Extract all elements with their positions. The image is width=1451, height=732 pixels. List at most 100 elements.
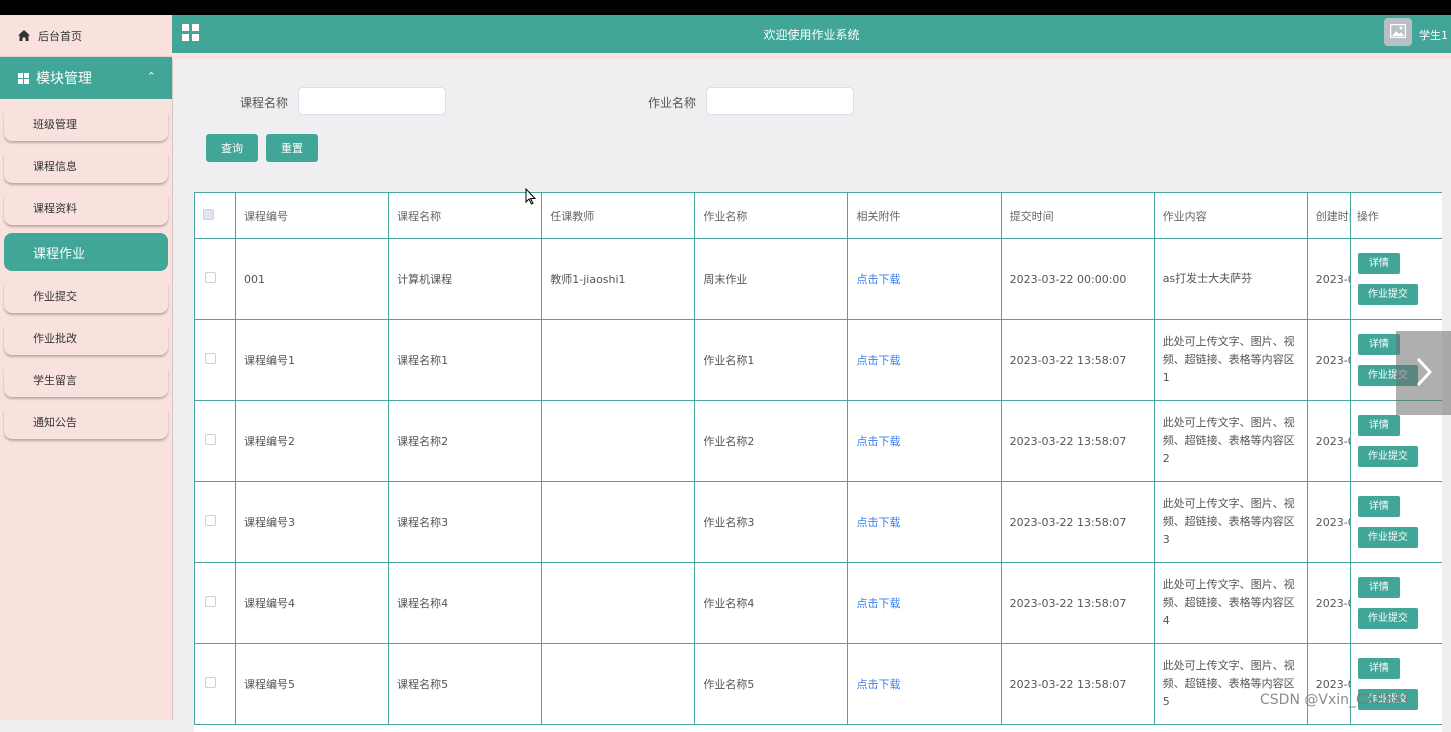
download-link[interactable]: 点击下载 <box>856 516 900 529</box>
sidebar-item-label: 课程资料 <box>33 202 77 215</box>
submit-homework-button[interactable]: 作业提交 <box>1357 284 1418 305</box>
select-all-checkbox[interactable] <box>203 208 214 220</box>
cell-submit-time: 2023-03-22 13:58:07 <box>1000 481 1155 563</box>
sidebar-item-notice[interactable]: 通知公告 <box>4 405 168 439</box>
sidebar-item-homework-grading[interactable]: 作业批改 <box>4 321 168 355</box>
sidebar-item-label: 作业批改 <box>33 332 77 345</box>
home-icon <box>18 30 30 41</box>
download-link[interactable]: 点击下载 <box>856 273 900 286</box>
chevron-up-icon: ⌃ <box>146 70 156 83</box>
row-checkbox[interactable] <box>205 353 216 364</box>
homework-name-input[interactable] <box>706 87 854 115</box>
download-link[interactable]: 点击下载 <box>856 597 900 610</box>
sidebar-item-student-message[interactable]: 学生留言 <box>4 363 168 397</box>
cell-content: 此处可上传文字、图片、视频、超链接、表格等内容区2 <box>1153 400 1308 482</box>
row-checkbox[interactable] <box>205 515 216 526</box>
reset-button[interactable]: 重置 <box>266 134 318 162</box>
select-all-cell[interactable] <box>194 192 237 239</box>
sidebar-module-label: 模块管理 <box>36 71 92 87</box>
detail-button[interactable]: 详情 <box>1357 253 1400 274</box>
sidebar-item-course-info[interactable]: 课程信息 <box>4 149 168 183</box>
next-page-arrow[interactable] <box>1396 331 1451 415</box>
table-row: 课程编号1 课程名称1 作业名称1 点击下载 2023-03-22 13:58:… <box>194 319 1442 401</box>
sidebar-item-course-material[interactable]: 课程资料 <box>4 191 168 225</box>
detail-button[interactable]: 详情 <box>1357 577 1400 598</box>
download-link[interactable]: 点击下载 <box>856 354 900 367</box>
cell-course-name: 课程名称1 <box>388 319 543 401</box>
course-name-input[interactable] <box>298 87 446 115</box>
cell-course-name: 课程名称2 <box>388 400 543 482</box>
cell-homework-name: 作业名称1 <box>694 319 849 401</box>
sidebar-home[interactable]: 后台首页 <box>0 15 172 57</box>
table-row: 课程编号2 课程名称2 作业名称2 点击下载 2023-03-22 13:58:… <box>194 400 1442 482</box>
row-checkbox[interactable] <box>205 677 216 688</box>
sidebar-item-label: 班级管理 <box>33 118 77 131</box>
cell-submit-time: 2023-03-22 13:58:07 <box>1000 400 1155 482</box>
cell-homework-name: 作业名称5 <box>694 643 849 725</box>
table-row: 课程编号4 课程名称4 作业名称4 点击下载 2023-03-22 13:58:… <box>194 562 1442 644</box>
homework-table: 课程编号 课程名称 任课教师 作业名称 相关附件 提交时间 作业内容 创建时间 … <box>194 192 1442 732</box>
sidebar-item-class[interactable]: 班级管理 <box>4 107 168 141</box>
cell-homework-name: 作业名称3 <box>694 481 849 563</box>
mouse-cursor-icon <box>525 187 537 208</box>
row-checkbox[interactable] <box>205 596 216 607</box>
submit-homework-button[interactable]: 作业提交 <box>1357 446 1418 467</box>
detail-button[interactable]: 详情 <box>1357 496 1400 517</box>
sidebar-item-homework-submit[interactable]: 作业提交 <box>4 279 168 313</box>
cell-content: 此处可上传文字、图片、视频、超链接、表格等内容区5 <box>1153 643 1308 725</box>
user-name[interactable]: 学生1 <box>1419 27 1448 43</box>
sidebar: 后台首页 模块管理 ⌃ 班级管理 课程信息 课程资料 课程作业 作业提交 作业批… <box>0 15 173 720</box>
cell-created-time: 2023-0 <box>1306 562 1351 644</box>
row-checkbox[interactable] <box>205 272 216 283</box>
detail-button[interactable]: 详情 <box>1357 658 1400 679</box>
cell-submit-time: 2023-03-22 13:58:07 <box>1000 643 1155 725</box>
column-header: 作业名称 <box>694 192 849 239</box>
sidebar-item-label: 学生留言 <box>33 374 77 387</box>
sidebar-item-course-homework[interactable]: 课程作业 <box>4 233 168 271</box>
download-link[interactable]: 点击下载 <box>856 678 900 691</box>
grid-icon <box>18 72 29 84</box>
cell-content: 此处可上传文字、图片、视频、超链接、表格等内容区3 <box>1153 481 1308 563</box>
column-header: 作业内容 <box>1153 192 1308 239</box>
cell-course-name: 课程名称5 <box>388 643 543 725</box>
cell-created-time: 2023-0 <box>1306 643 1351 725</box>
cell-teacher <box>541 643 696 725</box>
course-name-label: 课程名称 <box>240 96 289 110</box>
image-icon <box>1389 23 1407 41</box>
cell-course-code: 课程编号3 <box>235 481 390 563</box>
homework-name-label: 作业名称 <box>648 96 697 110</box>
cell-homework-name: 作业名称2 <box>694 400 849 482</box>
detail-button[interactable]: 详情 <box>1357 415 1400 436</box>
column-header: 提交时间 <box>1000 192 1155 239</box>
cell-teacher <box>541 481 696 563</box>
cell-created-time: 2023-0 <box>1306 400 1351 482</box>
sidebar-item-label: 作业提交 <box>33 290 77 303</box>
column-header: 课程名称 <box>388 192 543 239</box>
cell-course-code: 课程编号2 <box>235 400 390 482</box>
column-header: 相关附件 <box>847 192 1002 239</box>
page-title: 欢迎使用作业系统 <box>763 28 860 42</box>
sidebar-home-label: 后台首页 <box>38 29 82 43</box>
cell-teacher <box>541 319 696 401</box>
cell-course-name: 计算机课程 <box>388 238 543 320</box>
sidebar-item-label: 通知公告 <box>33 416 77 429</box>
sidebar-module-header[interactable]: 模块管理 ⌃ <box>0 57 172 99</box>
cell-created-time: 2023-0 <box>1306 238 1351 320</box>
column-header: 操作 <box>1349 192 1442 239</box>
submit-homework-button[interactable]: 作业提交 <box>1357 608 1418 629</box>
top-header: 欢迎使用作业系统 学生1 <box>172 15 1451 53</box>
download-link[interactable]: 点击下载 <box>856 435 900 448</box>
cell-created-time: 2023-0 <box>1306 319 1351 401</box>
cell-course-code: 课程编号5 <box>235 643 390 725</box>
cell-content: 此处可上传文字、图片、视频、超链接、表格等内容区1 <box>1153 319 1308 401</box>
avatar[interactable] <box>1384 18 1412 46</box>
submit-homework-button[interactable]: 作业提交 <box>1357 527 1418 548</box>
sidebar-item-label: 课程信息 <box>33 160 77 173</box>
row-checkbox[interactable] <box>205 434 216 445</box>
header-divider <box>172 53 1451 59</box>
table-row: 课程编号3 课程名称3 作业名称3 点击下载 2023-03-22 13:58:… <box>194 481 1442 563</box>
query-button[interactable]: 查询 <box>206 134 258 162</box>
cell-course-code: 课程编号1 <box>235 319 390 401</box>
cell-teacher: 教师1-jiaoshi1 <box>541 238 696 320</box>
detail-button[interactable]: 详情 <box>1357 334 1400 355</box>
